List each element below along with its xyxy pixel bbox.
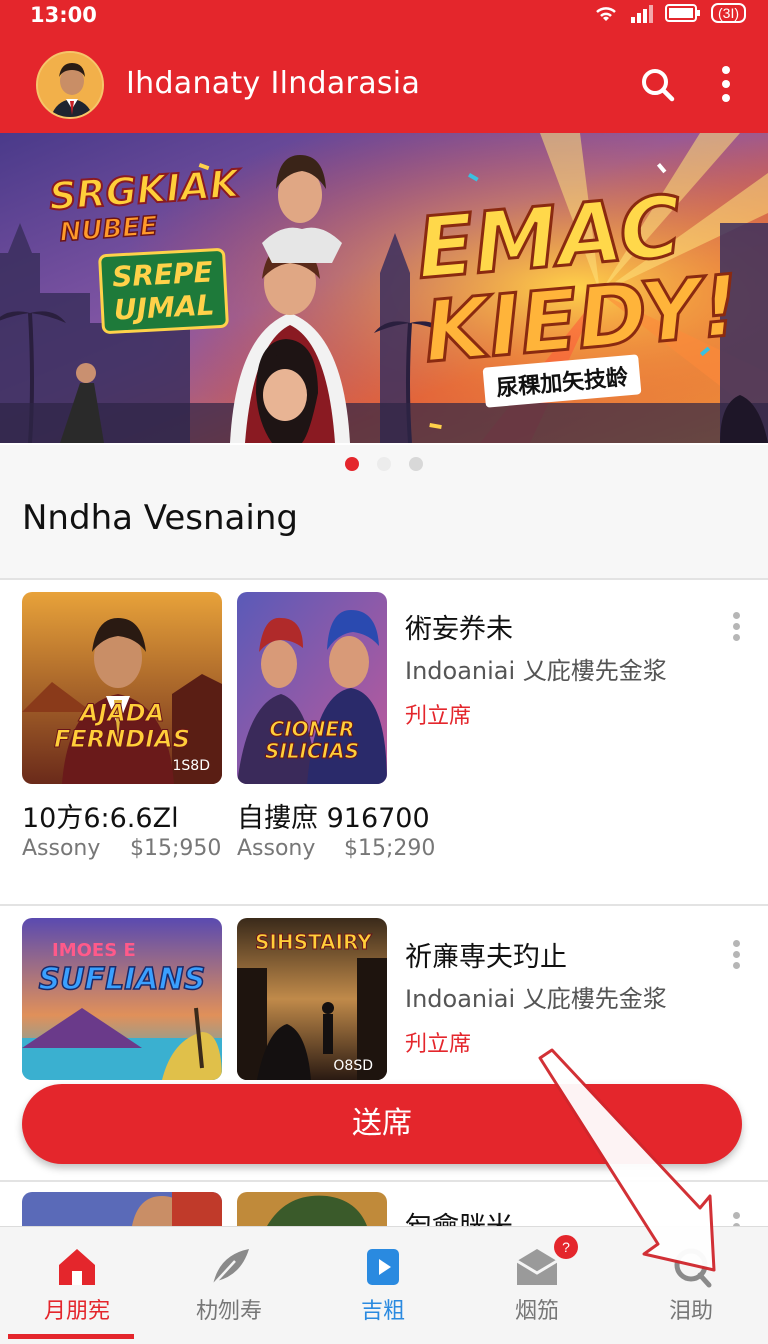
banner-pagination bbox=[0, 457, 768, 471]
dot-icon bbox=[732, 940, 740, 947]
game-thumbnail-5[interactable] bbox=[22, 1192, 222, 1226]
status-bar: 13:00 (3I) bbox=[0, 0, 768, 30]
app-bar: 13:00 (3I) Ihdanaty Ilndarasia bbox=[0, 0, 768, 133]
signal-icon bbox=[631, 5, 653, 23]
thumbnail-title: AJADA FERNDIAS bbox=[53, 699, 191, 753]
thumbnail-art bbox=[237, 1192, 387, 1226]
header: Ihdanaty Ilndarasia bbox=[0, 38, 768, 133]
primary-cta-button[interactable]: 送席 bbox=[22, 1084, 742, 1164]
search-icon bbox=[674, 1248, 712, 1288]
page-dot-3[interactable] bbox=[409, 457, 423, 471]
wifi-icon bbox=[596, 7, 616, 21]
thumbnail-art bbox=[22, 1192, 222, 1226]
play-icon bbox=[367, 1249, 399, 1285]
game-thumbnail-2[interactable]: CIONER SILICIAS bbox=[237, 592, 387, 784]
nav-label: 吉粗 bbox=[360, 1299, 405, 1324]
battery-percent: (3I) bbox=[711, 3, 746, 23]
status-icons: (3I) bbox=[593, 3, 746, 23]
search-button[interactable] bbox=[636, 60, 680, 108]
game-thumbnail-6[interactable] bbox=[237, 1192, 387, 1226]
row-subtitle: Indoaniai 乂庇樓先金浆 bbox=[405, 985, 667, 1013]
more-menu-button[interactable] bbox=[704, 60, 748, 108]
notification-badge: ? bbox=[554, 1235, 578, 1259]
banner-headline-line2: KIEDY! bbox=[418, 255, 744, 383]
item-title: 10方6:6.6Zl bbox=[22, 803, 179, 834]
banner-logo-2-line2: UJMAL bbox=[113, 288, 216, 327]
nav-item-home[interactable]: 月朋宪 bbox=[0, 1227, 154, 1344]
page-dot-2[interactable] bbox=[377, 457, 391, 471]
nav-label: 月朋宪 bbox=[43, 1299, 110, 1324]
item-seller: Assony bbox=[237, 836, 316, 861]
row-title[interactable]: 術妄奍未 bbox=[405, 607, 513, 646]
nav-label: 朸刎寿 bbox=[195, 1299, 262, 1324]
avatar-image bbox=[38, 53, 102, 117]
game-thumbnail-1[interactable]: AJADA FERNDIAS 1S8D bbox=[22, 592, 222, 784]
item-title: 自摟庶 916700 bbox=[237, 803, 430, 834]
game-thumbnail-4[interactable]: SIHSTAIRY O8SD bbox=[237, 918, 387, 1080]
more-vertical-icon bbox=[722, 66, 730, 102]
search-icon bbox=[642, 69, 675, 102]
divider bbox=[0, 904, 768, 906]
active-tab-indicator bbox=[8, 1334, 134, 1339]
banner-headline: EMAC KIEDY! bbox=[411, 176, 745, 383]
thumbnail-top-label: IMOES E bbox=[52, 940, 136, 961]
dot-icon bbox=[732, 634, 740, 641]
nav-item-5[interactable]: 泪助 bbox=[614, 1227, 768, 1344]
status-time: 13:00 bbox=[30, 3, 97, 27]
page-dot-1[interactable] bbox=[345, 457, 359, 471]
thumbnail-title: SUFLIANS bbox=[38, 961, 206, 998]
dot-icon bbox=[732, 962, 740, 969]
avatar[interactable] bbox=[36, 51, 104, 119]
divider bbox=[0, 1180, 768, 1182]
bottom-navigation: 月朋宪 朸刎寿 吉粗 ? 烟笳 泪助 bbox=[0, 1226, 768, 1344]
more-options-button[interactable] bbox=[728, 1208, 744, 1226]
app-title: Ihdanaty Ilndarasia bbox=[126, 66, 421, 101]
banner-logo-2-line1: SREPE bbox=[111, 255, 214, 294]
thumbnail-badge: O8SD bbox=[333, 1058, 373, 1074]
nav-label: 泪助 bbox=[668, 1299, 713, 1324]
thumbnail-title: CIONER SILICIAS bbox=[264, 717, 360, 763]
row-subtitle: Indoaniai 乂庇樓先金浆 bbox=[405, 657, 667, 685]
thumbnail-badge: 1S8D bbox=[172, 758, 210, 774]
item-price: $15;290 bbox=[344, 836, 436, 861]
dot-icon bbox=[732, 612, 740, 619]
banner-logo-2: SREPE UJMAL bbox=[97, 247, 229, 335]
dot-icon bbox=[732, 623, 740, 630]
battery-icon bbox=[665, 4, 700, 22]
row-tag: 刋立席 bbox=[405, 1032, 472, 1057]
banner-logo-1: SRGKIAK NUBEE bbox=[47, 160, 243, 248]
dot-icon bbox=[732, 951, 740, 958]
home-icon bbox=[59, 1249, 95, 1285]
inbox-icon bbox=[516, 1249, 558, 1285]
divider bbox=[0, 578, 768, 580]
promo-banner[interactable]: SRGKIAK NUBEE SREPE UJMAL EMAC KIEDY! 尿稞… bbox=[0, 133, 768, 443]
feather-icon bbox=[212, 1249, 249, 1286]
more-options-button[interactable] bbox=[728, 608, 744, 648]
thumbnail-title: SIHSTAIRY bbox=[255, 930, 373, 955]
item-price: $15;950 bbox=[130, 836, 222, 861]
game-thumbnail-3[interactable]: IMOES E SUFLIANS bbox=[22, 918, 222, 1080]
nav-label: 烟笳 bbox=[514, 1299, 559, 1324]
item-seller: Assony bbox=[22, 836, 101, 861]
more-options-button[interactable] bbox=[728, 936, 744, 976]
row-title[interactable]: 祈亷専夫玓止 bbox=[405, 935, 567, 974]
nav-item-4[interactable]: ? 烟笳 bbox=[460, 1227, 614, 1344]
dot-icon bbox=[732, 1212, 740, 1219]
row-tag: 刋立席 bbox=[405, 704, 472, 729]
nav-item-2[interactable]: 朸刎寿 bbox=[152, 1227, 306, 1344]
thumbnail-art bbox=[22, 592, 222, 784]
nav-item-3[interactable]: 吉粗 bbox=[306, 1227, 460, 1344]
section-title: Nndha Vesnaing bbox=[22, 498, 298, 538]
